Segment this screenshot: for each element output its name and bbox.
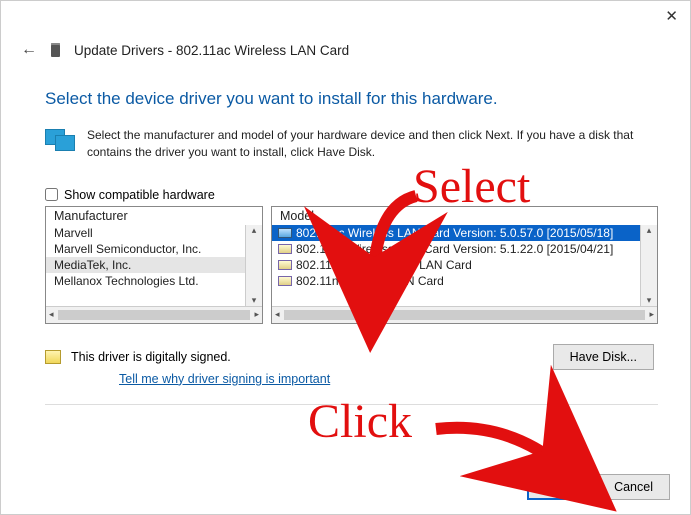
model-item-label: 802.11ac Wireless LAN Card Version: 5.1.… — [296, 242, 613, 256]
separator — [45, 404, 658, 405]
panels: Manufacturer MarvellMarvell Semiconducto… — [45, 206, 658, 324]
show-compatible-input[interactable] — [45, 188, 58, 201]
cancel-button[interactable]: Cancel — [597, 474, 670, 500]
model-item[interactable]: 802.11ac Wireless LAN Card Version: 5.1.… — [272, 241, 657, 257]
manufacturer-header: Manufacturer — [46, 207, 262, 225]
vertical-scrollbar[interactable]: ▴▾ — [245, 225, 262, 306]
close-button[interactable]: ✕ — [665, 7, 678, 25]
model-item-label: 802.11n USB Wireless LAN Card — [296, 258, 472, 272]
model-panel: Model 802.11ac Wireless LAN Card Version… — [271, 206, 658, 324]
manufacturer-list[interactable]: MarvellMarvell Semiconductor, Inc.MediaT… — [46, 225, 262, 306]
network-card-icon — [278, 276, 292, 286]
model-item[interactable]: 802.11ac Wireless LAN Card Version: 5.0.… — [272, 225, 657, 241]
model-item-label: 802.11n Wireless LAN Card — [296, 274, 444, 288]
model-item-label: 802.11ac Wireless LAN Card Version: 5.0.… — [296, 226, 613, 240]
network-card-icon — [278, 260, 292, 270]
network-card-icon — [278, 228, 292, 238]
network-card-icon — [278, 244, 292, 254]
driver-signing-link[interactable]: Tell me why driver signing is important — [119, 372, 330, 386]
certificate-icon — [45, 350, 61, 364]
show-compatible-label: Show compatible hardware — [64, 188, 215, 202]
signed-text: This driver is digitally signed. — [71, 350, 231, 364]
vertical-scrollbar[interactable]: ▴▾ — [640, 225, 657, 306]
manufacturer-item[interactable]: Mellanox Technologies Ltd. — [46, 273, 262, 289]
manufacturer-item[interactable]: MediaTek, Inc. — [46, 257, 262, 273]
manufacturer-panel: Manufacturer MarvellMarvell Semiconducto… — [45, 206, 263, 324]
content-area: Select the device driver you want to ins… — [1, 63, 690, 405]
next-button[interactable]: Next — [527, 474, 589, 500]
hardware-icon — [45, 129, 77, 155]
footer-buttons: Next Cancel — [527, 474, 670, 500]
titlebar: ✕ — [1, 1, 690, 33]
show-compatible-checkbox[interactable]: Show compatible hardware — [45, 188, 658, 202]
horizontal-scrollbar[interactable]: ◂▸ — [272, 306, 657, 323]
model-item[interactable]: 802.11n Wireless LAN Card — [272, 273, 657, 289]
manufacturer-item[interactable]: Marvell — [46, 225, 262, 241]
instruction-text: Select the manufacturer and model of you… — [87, 127, 658, 162]
instruction-row: Select the manufacturer and model of you… — [45, 127, 658, 162]
signed-row: This driver is digitally signed. Have Di… — [45, 344, 658, 370]
horizontal-scrollbar[interactable]: ◂▸ — [46, 306, 262, 323]
have-disk-button[interactable]: Have Disk... — [553, 344, 654, 370]
model-list[interactable]: 802.11ac Wireless LAN Card Version: 5.0.… — [272, 225, 657, 306]
model-item[interactable]: 802.11n USB Wireless LAN Card — [272, 257, 657, 273]
header-row: ← Update Drivers - 802.11ac Wireless LAN… — [1, 33, 690, 63]
model-header: Model — [272, 207, 657, 225]
back-button[interactable]: ← — [21, 41, 37, 59]
device-icon — [51, 43, 60, 57]
page-title: Select the device driver you want to ins… — [45, 89, 658, 109]
update-drivers-dialog: ✕ ← Update Drivers - 802.11ac Wireless L… — [0, 0, 691, 515]
window-title: Update Drivers - 802.11ac Wireless LAN C… — [74, 43, 349, 58]
manufacturer-item[interactable]: Marvell Semiconductor, Inc. — [46, 241, 262, 257]
